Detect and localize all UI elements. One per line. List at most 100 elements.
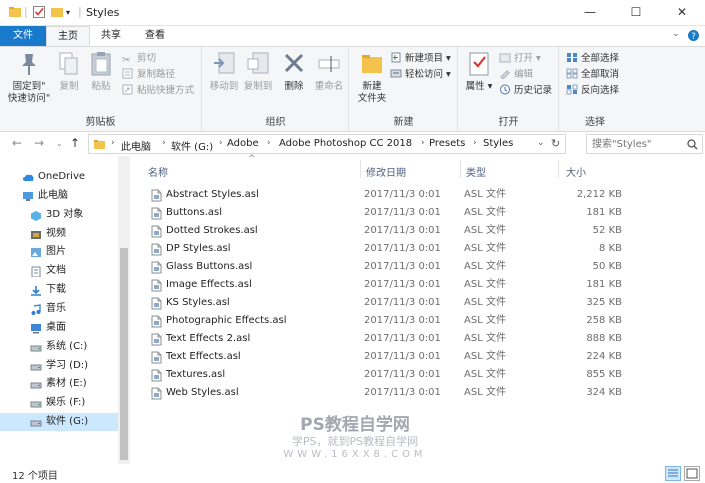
watermark-url: WWW.16XX8.COM [283, 449, 427, 460]
easy-access-button[interactable]: 轻松访问 ▾ [390, 67, 451, 83]
breadcrumb-this-pc[interactable]: 此电脑 [121, 138, 151, 153]
file-size: 325 KB [586, 297, 622, 308]
refresh-icon[interactable]: ↻ [551, 137, 560, 150]
nav-scrollbar[interactable] [118, 156, 130, 464]
breadcrumb-drive-g[interactable]: 软件 (G:) [171, 138, 213, 153]
select-group: 全部选择 全部取消 反向选择 选择 [560, 47, 630, 131]
quick-access-dropdown-icon[interactable]: ▾ [66, 8, 70, 17]
rename-button[interactable]: 重命名 [311, 50, 347, 93]
nav-item[interactable]: 桌面 [0, 319, 118, 337]
nav-item-label: 桌面 [46, 321, 66, 333]
history-button[interactable]: 历史记录 [499, 83, 552, 99]
details-view-button[interactable] [665, 466, 681, 481]
cut-button[interactable]: ✂ 剪切 [122, 51, 156, 67]
nav-item[interactable]: 视频 [0, 225, 118, 243]
new-folder-button[interactable]: 新建 文件夹 [352, 50, 392, 105]
help-icon[interactable]: ? [687, 29, 700, 42]
search-icon[interactable] [687, 139, 698, 150]
status-bar: 12 个项目 [0, 464, 705, 483]
recent-locations-dropdown-icon[interactable]: ⌄ [56, 139, 63, 148]
file-row[interactable]: Text Effects 2.asl 2017/11/3 0:01 ASL 文件 88… [144, 330, 624, 348]
edit-button[interactable]: 编辑 [499, 67, 533, 83]
nav-item[interactable]: 软件 (G:) [0, 413, 118, 432]
maximize-button[interactable]: ☐ [613, 0, 659, 26]
forward-arrow-icon[interactable]: → [34, 136, 44, 150]
new-item-button[interactable]: 新建项目 ▾ [390, 51, 451, 67]
file-row[interactable]: Text Effects.asl 2017/11/3 0:01 ASL 文件 224 … [144, 348, 624, 366]
copy-to-button[interactable]: 复制到 [241, 50, 275, 93]
tab-share[interactable]: 共享 [90, 26, 132, 46]
nav-item[interactable]: 学习 (D:) [0, 357, 118, 375]
copy-path-button[interactable]: 复制路径 [122, 67, 175, 83]
paste-button[interactable]: 粘贴 [86, 50, 116, 93]
properties-button[interactable]: 属性 ▾ [463, 50, 495, 93]
file-type: ASL 文件 [464, 369, 506, 380]
folder-icon [9, 7, 21, 17]
address-dropdown-icon[interactable]: ⌄ [537, 138, 545, 148]
invert-selection-icon [566, 84, 578, 95]
address-bar[interactable]: › 此电脑 › 软件 (G:) › Adobe › Adobe Photosho… [88, 134, 566, 154]
nav-scroll-thumb[interactable] [120, 248, 128, 460]
search-input[interactable] [592, 136, 687, 152]
file-row[interactable]: Abstract Styles.asl 2017/11/3 0:01 ASL 文件 2… [144, 186, 624, 204]
nav-item[interactable]: 系统 (C:) [0, 338, 118, 356]
nav-item[interactable]: 娱乐 (F:) [0, 394, 118, 412]
file-date: 2017/11/3 0:01 [364, 225, 441, 236]
large-icons-view-button[interactable] [684, 466, 700, 481]
nav-item[interactable]: 3D 对象 [0, 206, 118, 224]
move-to-button[interactable]: 移动到 [207, 50, 241, 93]
copy-path-label: 复制路径 [137, 69, 176, 80]
close-button[interactable]: ✕ [659, 0, 705, 26]
file-type: ASL 文件 [464, 315, 506, 326]
file-row[interactable]: Photographic Effects.asl 2017/11/3 0:01 AS… [144, 312, 624, 330]
breadcrumb-adobe[interactable]: Adobe [227, 138, 259, 149]
search-box[interactable] [586, 134, 703, 154]
file-row[interactable]: Buttons.asl 2017/11/3 0:01 ASL 文件 181 KB [144, 204, 624, 222]
file-row[interactable]: Image Effects.asl 2017/11/3 0:01 ASL 文件 181… [144, 276, 624, 294]
file-icon [151, 333, 162, 346]
open-button[interactable]: 打开 ▾ [499, 51, 541, 67]
delete-button[interactable]: 删除 [279, 50, 309, 93]
properties-checkbox-icon[interactable] [32, 5, 46, 19]
column-header-size[interactable]: 大小 [566, 164, 586, 179]
nav-item[interactable]: OneDrive [0, 168, 118, 186]
back-arrow-icon[interactable]: ← [12, 136, 22, 150]
new-folder-icon[interactable] [50, 5, 64, 19]
ribbon-collapse-icon[interactable]: ⌄ [672, 29, 680, 39]
select-all-button[interactable]: 全部选择 [566, 51, 619, 67]
column-header-name[interactable]: 名称 [148, 164, 168, 179]
tab-home[interactable]: 主页 [46, 26, 90, 46]
invert-selection-button[interactable]: 反向选择 [566, 83, 619, 99]
nav-item[interactable]: 素材 (E:) [0, 375, 118, 393]
breadcrumb-photoshop[interactable]: Adobe Photoshop CC 2018 [279, 138, 412, 149]
file-row[interactable]: Glass Buttons.asl 2017/11/3 0:01 ASL 文件 50 … [144, 258, 624, 276]
column-header-type[interactable]: 类型 [466, 164, 486, 179]
select-none-icon [566, 68, 578, 79]
breadcrumb-styles[interactable]: Styles [483, 138, 513, 149]
column-header-date[interactable]: 修改日期 [366, 164, 406, 179]
organize-group-label: 组织 [265, 117, 286, 128]
file-row[interactable]: Textures.asl 2017/11/3 0:01 ASL 文件 855 KB [144, 366, 624, 384]
nav-item[interactable]: 下载 [0, 281, 118, 299]
select-none-button[interactable]: 全部取消 [566, 67, 619, 83]
up-arrow-icon[interactable]: ↑ [70, 136, 80, 150]
file-row[interactable]: DP Styles.asl 2017/11/3 0:01 ASL 文件 8 KB [144, 240, 624, 258]
file-name: Web Styles.asl [166, 387, 239, 398]
select-all-icon [567, 53, 577, 62]
nav-item[interactable]: 图片 [0, 243, 118, 261]
nav-item[interactable]: 文档 [0, 262, 118, 280]
minimize-button[interactable]: — [567, 0, 613, 26]
file-row[interactable]: KS Styles.asl 2017/11/3 0:01 ASL 文件 325 KB [144, 294, 624, 312]
tab-view[interactable]: 查看 [134, 26, 176, 46]
breadcrumb-presets[interactable]: Presets [429, 138, 465, 149]
file-row[interactable]: Web Styles.asl 2017/11/3 0:01 ASL 文件 324 KB [144, 384, 624, 402]
pin-quick-access-button[interactable]: 固定到" 快速访问" [4, 50, 54, 105]
file-row[interactable]: Dotted Strokes.asl 2017/11/3 0:01 ASL 文件 52… [144, 222, 624, 240]
nav-item[interactable]: 音乐 [0, 300, 118, 318]
copy-button[interactable]: 复制 [54, 50, 84, 93]
music-icon [31, 304, 41, 315]
nav-item[interactable]: 此电脑 [0, 187, 118, 205]
paste-shortcut-button[interactable]: 粘贴快捷方式 [122, 83, 194, 99]
address-folder-icon [94, 140, 105, 149]
tab-file[interactable]: 文件 [0, 26, 46, 46]
